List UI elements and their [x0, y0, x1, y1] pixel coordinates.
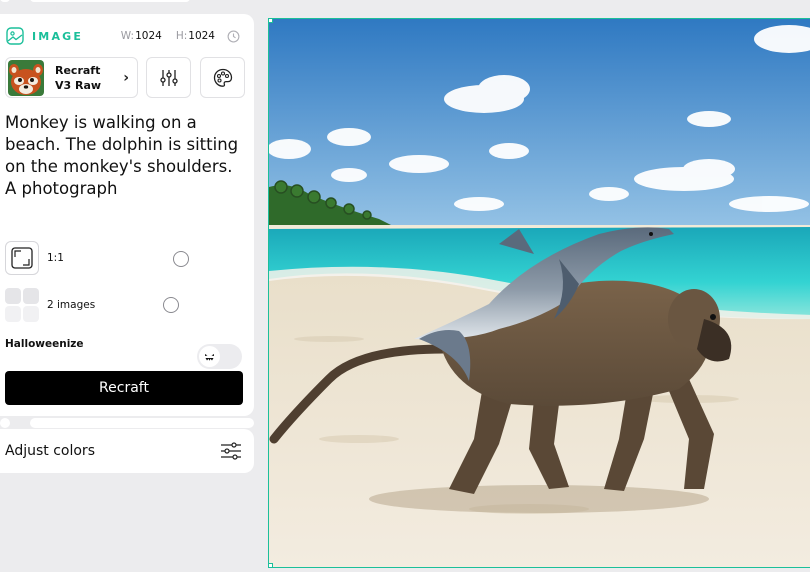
palette-icon [213, 68, 232, 87]
recraft-button[interactable]: Recraft [5, 371, 243, 405]
chevron-right-icon: › [123, 69, 129, 86]
aspect-ratio-radio[interactable] [173, 251, 189, 267]
pumpkin-face-icon [199, 346, 220, 367]
sliders-vertical-icon [159, 69, 178, 86]
monkey-dolphin-beach-photo[interactable] [269, 19, 810, 568]
sliders-horizontal-icon[interactable] [220, 441, 242, 461]
strip-segment [0, 0, 10, 2]
image-count-label: 2 images [47, 299, 96, 311]
model-name-line1: Recraft [55, 63, 101, 77]
aspect-ratio-option[interactable]: 1:1 [5, 241, 245, 275]
resize-handle-top-left[interactable] [269, 19, 273, 23]
strip-segment [30, 0, 190, 2]
width-value: 1024 [135, 30, 162, 42]
image-count-icon [5, 288, 39, 322]
height-value: 1024 [188, 30, 215, 42]
image-count-option[interactable]: 2 images [5, 288, 245, 322]
mode-header: IMAGE W: 1024 H: 1024 [6, 26, 246, 46]
canvas-image-frame[interactable] [268, 18, 810, 568]
width-label: W: [120, 30, 135, 42]
palette-button[interactable] [200, 57, 245, 98]
clock-icon[interactable] [227, 30, 240, 43]
red-panda-avatar-icon [8, 59, 44, 96]
aspect-ratio-label: 1:1 [47, 252, 64, 264]
aspect-ratio-icon [5, 241, 39, 275]
strip-segment [30, 418, 254, 428]
halloweenize-label: Halloweenize [5, 338, 84, 350]
top-strip [0, 0, 810, 4]
adjust-colors-row[interactable]: Adjust colors [0, 429, 254, 473]
adjust-colors-label: Adjust colors [5, 443, 95, 459]
generation-panel: IMAGE W: 1024 H: 1024 Recraft V3 Raw › M… [0, 14, 254, 416]
mode-label: IMAGE [32, 29, 84, 43]
model-name-line2: V3 Raw [55, 78, 102, 92]
dimensions[interactable]: W: 1024 H: 1024 [121, 30, 246, 43]
resize-handle-bottom-left[interactable] [269, 563, 273, 567]
image-count-radio[interactable] [163, 297, 179, 313]
strip-segment [0, 418, 10, 428]
image-mode-icon [6, 27, 24, 45]
model-name: Recraft V3 Raw [55, 63, 117, 93]
halloweenize-toggle[interactable] [197, 344, 242, 369]
height-label: H: [175, 30, 188, 42]
prompt-textarea[interactable]: Monkey is walking on a beach. The dolphi… [5, 112, 245, 200]
settings-button[interactable] [146, 57, 191, 98]
model-selector-button[interactable]: Recraft V3 Raw › [5, 57, 138, 98]
